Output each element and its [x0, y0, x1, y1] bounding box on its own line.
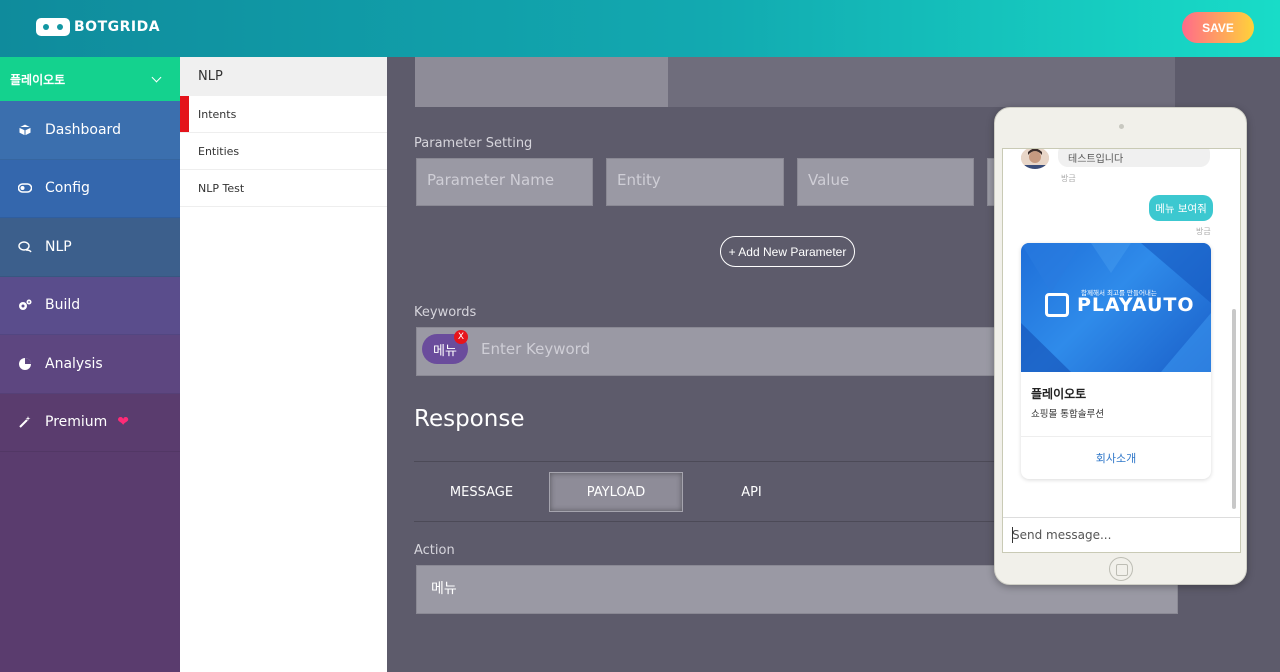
intent-description-field[interactable]	[668, 57, 1175, 107]
keywords-label: Keywords	[414, 305, 477, 320]
tab-payload[interactable]: PAYLOAD	[549, 472, 683, 512]
heart-icon: ❤	[117, 414, 130, 431]
intent-field[interactable]	[415, 57, 668, 107]
bot-message-bubble: 테스트입니다	[1058, 149, 1210, 167]
user-message-time: 방금	[1196, 227, 1211, 236]
sidebar-item-analysis[interactable]: Analysis	[0, 335, 180, 394]
payload-card: 함께해서 최고를 만들어내는 PLAYAUTO 플레이오토 쇼핑몰 통합솔루션 …	[1021, 243, 1211, 479]
keyword-input[interactable]: Enter Keyword	[481, 340, 590, 358]
playauto-logo-text: PLAYAUTO	[1077, 294, 1195, 316]
tab-message[interactable]: MESSAGE	[419, 472, 544, 512]
parameter-entity-input[interactable]: Entity	[606, 158, 784, 206]
parameter-value-input[interactable]: Value	[797, 158, 974, 206]
camera-dot	[1119, 124, 1124, 129]
top-header: BOTGRIDA SAVE	[0, 0, 1280, 57]
chat-icon	[18, 240, 32, 254]
sidebar-item-premium[interactable]: Premium ❤	[0, 393, 180, 452]
sidebar-item-label: Premium	[45, 414, 108, 431]
app-logo[interactable]: BOTGRIDA	[36, 18, 160, 36]
parameter-name-input[interactable]: Parameter Name	[416, 158, 593, 206]
playauto-logo: PLAYAUTO	[1045, 293, 1195, 317]
magic-wand-icon	[18, 415, 32, 429]
gears-icon	[18, 298, 32, 312]
logo-text: BOTGRIDA	[74, 19, 161, 35]
add-parameter-button[interactable]: + Add New Parameter	[720, 236, 855, 267]
user-message-bubble: 메뉴 보여줘	[1149, 195, 1213, 221]
bot-avatar	[1021, 149, 1049, 169]
sidebar-item-label: NLP	[45, 238, 72, 255]
submenu-item-entities[interactable]: Entities	[180, 133, 387, 170]
card-link-button[interactable]: 회사소개	[1021, 436, 1211, 478]
chat-scrollbar[interactable]	[1232, 309, 1236, 509]
sidebar-item-label: Config	[45, 180, 90, 197]
submenu-item-nlp-test[interactable]: NLP Test	[180, 170, 387, 207]
sidebar-item-label: Dashboard	[45, 121, 121, 138]
chevron-down-icon	[151, 72, 162, 82]
pie-chart-icon	[18, 357, 32, 371]
chat-preview-screen: 테스트입니다 방금 메뉴 보여줘 방금 함께해서 최고를 만들어내는 PLAYA…	[1002, 148, 1241, 553]
card-subtitle: 쇼핑몰 통합솔루션	[1031, 409, 1104, 420]
cube-icon	[18, 123, 32, 137]
sidebar-item-nlp[interactable]: NLP	[0, 218, 180, 277]
robot-logo-icon	[36, 18, 70, 36]
project-selector[interactable]: 플레이오토	[0, 57, 180, 101]
action-label: Action	[414, 543, 455, 558]
sidebar-item-dashboard[interactable]: Dashboard	[0, 101, 180, 160]
sidebar-item-label: Build	[45, 297, 81, 314]
nlp-submenu: NLP Intents Entities NLP Test	[180, 57, 387, 672]
parameter-setting-label: Parameter Setting	[414, 136, 533, 151]
sidebar-item-label: Analysis	[45, 355, 103, 372]
keyword-chip-label: 메뉴	[433, 343, 457, 359]
sidebar-item-build[interactable]: Build	[0, 276, 180, 335]
send-message-input[interactable]: Send message...	[1003, 517, 1240, 552]
home-button[interactable]	[1109, 557, 1133, 581]
toggle-icon	[17, 181, 33, 195]
save-button[interactable]: SAVE	[1182, 12, 1254, 43]
playauto-logo-icon	[1045, 293, 1069, 317]
sidebar: 플레이오토 Dashboard Config NLP Build Analysi…	[0, 57, 180, 672]
project-name: 플레이오토	[10, 72, 66, 87]
card-title: 플레이오토	[1031, 387, 1087, 401]
remove-keyword-icon[interactable]: X	[454, 330, 468, 344]
response-title: Response	[414, 406, 525, 432]
tab-api[interactable]: API	[689, 472, 814, 512]
card-image: 함께해서 최고를 만들어내는 PLAYAUTO	[1021, 243, 1211, 372]
bot-message-time: 방금	[1061, 174, 1076, 183]
submenu-item-intents[interactable]: Intents	[180, 96, 387, 133]
submenu-title: NLP	[180, 57, 387, 96]
sidebar-item-config[interactable]: Config	[0, 159, 180, 218]
chat-preview-phone: 테스트입니다 방금 메뉴 보여줘 방금 함께해서 최고를 만들어내는 PLAYA…	[994, 107, 1247, 585]
